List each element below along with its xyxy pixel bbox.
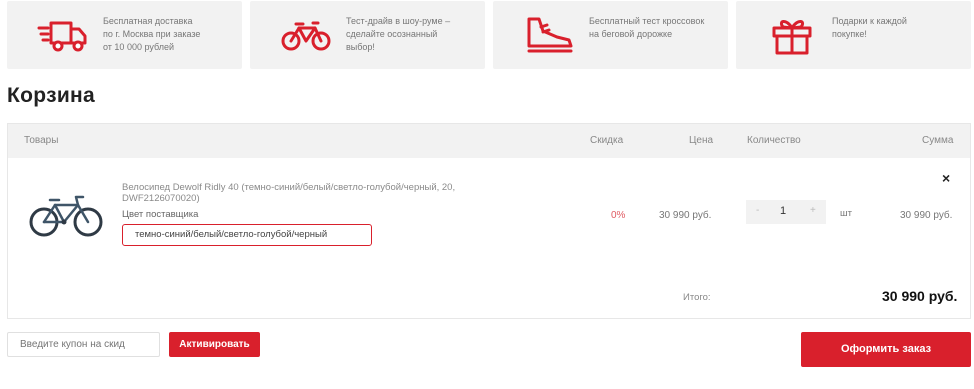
header-goods: Товары	[24, 135, 59, 146]
header-sum: Сумма	[922, 135, 954, 146]
product-image[interactable]	[28, 190, 104, 238]
page-title: Корзина	[7, 84, 96, 107]
header-discount: Скидка	[590, 135, 624, 146]
feature-line: Подарки к каждой	[832, 16, 907, 26]
feature-line: покупке!	[832, 29, 867, 39]
feature-card-sneakers: Бесплатный тест кроссовок на беговой дор…	[493, 1, 728, 69]
coupon-input[interactable]	[7, 332, 160, 357]
header-price: Цена	[689, 135, 714, 146]
quantity-unit: шт	[840, 208, 852, 219]
cart-table: Товары Скидка Цена Количество Сумма Вело…	[7, 123, 971, 319]
feature-text-test-drive: Тест-драйв в шоу-руме – сделайте осознан…	[346, 15, 481, 54]
product-name-link[interactable]: Велосипед Dewolf Ridly 40 (темно-синий/б…	[122, 182, 522, 204]
price-value: 30 990 руб.	[659, 210, 712, 221]
quantity-plus-button[interactable]: +	[810, 205, 816, 216]
feature-line: сделайте осознанный	[346, 29, 438, 39]
features-bar: Бесплатная доставка по г. Москва при зак…	[7, 1, 971, 69]
feature-line: от 10 000 рублей	[103, 42, 174, 52]
discount-value: 0%	[611, 210, 626, 221]
remove-item-icon[interactable]: ×	[942, 170, 950, 186]
total-value: 30 990 руб.	[882, 288, 958, 304]
feature-text-delivery: Бесплатная доставка по г. Москва при зак…	[103, 15, 238, 54]
feature-line: Бесплатная доставка	[103, 16, 193, 26]
cart-header: Товары Скидка Цена Количество Сумма	[8, 124, 970, 158]
checkout-button[interactable]: Оформить заказ	[801, 332, 971, 367]
total-label: Итого:	[683, 292, 711, 303]
bicycle-icon	[280, 15, 332, 55]
sneaker-icon	[523, 15, 575, 55]
feature-line: по г. Москва при заказе	[103, 29, 201, 39]
product-name-line: DWF2126070020)	[122, 193, 200, 204]
delivery-truck-icon	[37, 15, 89, 55]
feature-text-gifts: Подарки к каждой покупке!	[832, 15, 967, 41]
feature-line: Бесплатный тест кроссовок	[589, 16, 705, 26]
header-quantity: Количество	[747, 135, 801, 146]
feature-line: Тест-драйв в шоу-руме –	[346, 16, 451, 26]
feature-line: на беговой дорожке	[589, 29, 673, 39]
quantity-input[interactable]: 1	[780, 205, 786, 217]
product-name-line: Велосипед Dewolf Ridly 40 (темно-синий/б…	[122, 182, 456, 193]
color-label: Цвет поставщика	[122, 209, 199, 220]
activate-coupon-button[interactable]: Активировать	[169, 332, 260, 357]
feature-card-delivery: Бесплатная доставка по г. Москва при зак…	[7, 1, 242, 69]
quantity-stepper: - 1 +	[746, 200, 826, 224]
item-sum: 30 990 руб.	[900, 210, 953, 221]
feature-card-gifts: Подарки к каждой покупке!	[736, 1, 971, 69]
quantity-minus-button[interactable]: -	[756, 205, 759, 216]
feature-text-sneakers: Бесплатный тест кроссовок на беговой дор…	[589, 15, 724, 41]
feature-line: выбор!	[346, 42, 375, 52]
feature-card-test-drive: Тест-драйв в шоу-руме – сделайте осознан…	[250, 1, 485, 69]
color-select[interactable]: темно-синий/белый/светло-голубой/черный	[122, 224, 372, 246]
gift-icon	[766, 15, 818, 55]
